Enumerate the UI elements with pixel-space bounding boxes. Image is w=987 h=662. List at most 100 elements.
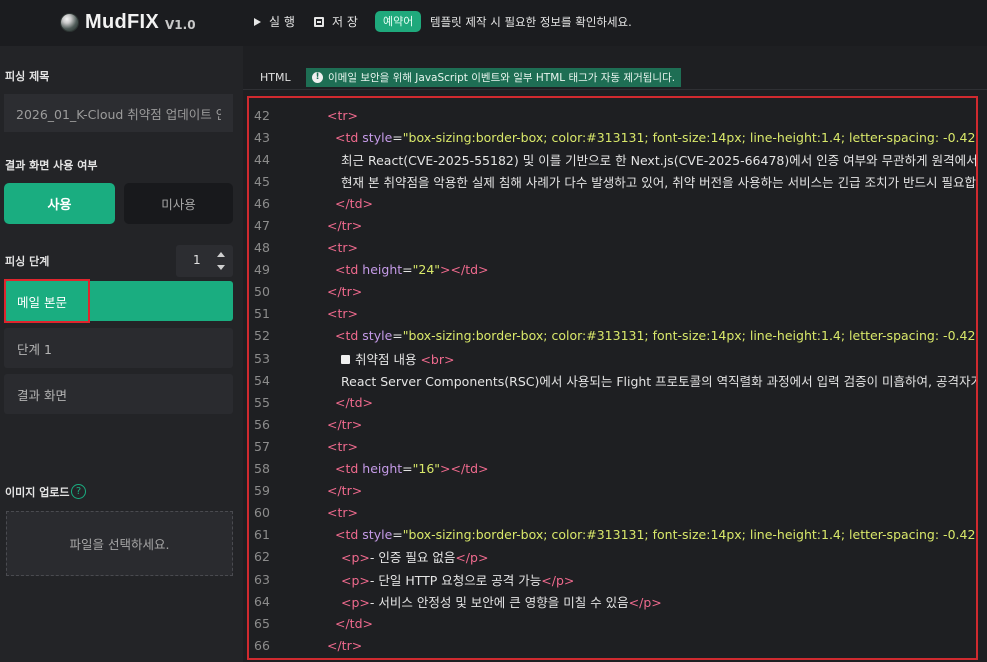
editor-divider	[243, 89, 987, 90]
phishing-stage-label: 피싱 단계	[5, 255, 50, 268]
code-content: </td>	[275, 616, 373, 631]
line-number: 59	[254, 483, 270, 499]
code-line[interactable]: 45 현재 본 취약점을 악용한 실제 침해 사례가 다수 발생하고 있어, 취약…	[249, 170, 978, 192]
code-line[interactable]: 60 <tr>	[249, 502, 976, 524]
line-number: 66	[254, 637, 270, 653]
editor-mode-label: HTML	[260, 71, 291, 84]
code-token: "24"	[412, 262, 441, 278]
phishing-title-label: 피싱 제목	[5, 70, 50, 83]
code-line[interactable]: 63 <p>- 단일 HTTP 요청으로 공격 가능</p>	[249, 568, 976, 590]
line-number: 63	[254, 571, 270, 587]
line-number: 64	[254, 593, 270, 609]
code-line[interactable]: 55 </td>	[249, 391, 976, 413]
code-token: </tr>	[327, 218, 363, 234]
code-line[interactable]: 44 최근 React(CVE-2025-55182) 및 이를 기반으로 한 N…	[249, 148, 976, 170]
code-line[interactable]: 58 <td height="16"></td>	[249, 458, 976, 480]
run-button[interactable]: 실 행	[254, 13, 295, 30]
code-content: React Server Components(RSC)에서 사용되는 Flig…	[275, 371, 978, 390]
code-line[interactable]: 53 취약점 내용 <br>	[249, 347, 976, 369]
app-name: MudFIX	[85, 11, 160, 33]
line-number: 54	[254, 372, 270, 388]
code-content: <td height="24"></td>	[275, 262, 489, 277]
line-number: 45	[254, 173, 270, 189]
line-number: 61	[254, 527, 270, 543]
checkbox-glyph	[341, 354, 350, 364]
line-number: 50	[254, 284, 270, 300]
code-line[interactable]: 59 </tr>	[249, 480, 976, 502]
code-line[interactable]: 52 <td style="box-sizing:border-box; colo…	[249, 325, 978, 347]
code-editor[interactable]: 42 <tr> 43 <td style="box-sizing:border-box…	[247, 96, 978, 660]
code-token: "box-sizing:border-box; color:#313131; f…	[402, 328, 978, 344]
code-token: 취약점 내용	[355, 351, 421, 367]
code-token: style	[362, 129, 393, 145]
code-line[interactable]: 49 <td height="24"></td>	[249, 259, 976, 281]
code-line[interactable]: 50 </tr>	[249, 281, 976, 303]
stepper-down-icon[interactable]	[217, 265, 225, 270]
code-line[interactable]: 64 <p>- 서비스 안정성 및 보안에 큰 영향을 미칠 수 있음</p>	[249, 590, 976, 612]
code-token: <td	[335, 461, 363, 477]
code-content: </tr>	[275, 284, 362, 299]
line-number: 58	[254, 461, 270, 477]
code-token: =	[402, 461, 413, 477]
code-token: </tr>	[327, 637, 363, 653]
code-line[interactable]: 42 <tr>	[249, 104, 976, 126]
stage-item-result[interactable]: 결과 화면	[4, 374, 233, 414]
line-number: 42	[254, 107, 270, 123]
code-content: </td>	[275, 395, 373, 410]
code-line[interactable]: 66 </tr>	[249, 634, 976, 656]
code-line[interactable]: 48 <tr>	[249, 237, 976, 259]
line-number: 55	[254, 394, 270, 410]
code-line[interactable]: 54 React Server Components(RSC)에서 사용되는 Fl…	[249, 369, 978, 391]
code-token: </td>	[335, 195, 373, 211]
line-number: 57	[254, 438, 270, 454]
image-upload-label: 이미지 업로드	[5, 486, 70, 499]
top-bar: MudFIX V1.0 실 행 저 장 예약어 템플릿 제작 시 필요한 정보를…	[0, 0, 987, 46]
code-line[interactable]: 47 </tr>	[249, 214, 976, 236]
code-token: <tr>	[327, 107, 358, 123]
code-token: React Server Components(RSC)에서 사용되는 Flig…	[341, 373, 978, 389]
code-token: </p>	[455, 550, 489, 566]
code-line[interactable]: 57 <tr>	[249, 435, 976, 457]
code-line[interactable]: 65 </td>	[249, 612, 976, 634]
help-icon[interactable]: ?	[71, 484, 86, 499]
code-token: <p>	[341, 594, 370, 610]
code-token: </tr>	[327, 483, 363, 499]
code-line[interactable]: 56 </tr>	[249, 413, 976, 435]
code-line[interactable]: 62 <p>- 인증 필요 없음</p>	[249, 546, 976, 568]
no-use-button[interactable]: 미사용	[124, 183, 233, 224]
code-line[interactable]: 61 <td style="box-sizing:border-box; colo…	[249, 524, 976, 546]
reserved-words-button[interactable]: 예약어	[375, 11, 422, 32]
code-token: </tr>	[327, 416, 363, 432]
toolbar-hint: 템플릿 제작 시 필요한 정보를 확인하세요.	[430, 15, 632, 29]
line-number: 53	[254, 350, 270, 366]
file-upload-dropzone[interactable]: 파일을 선택하세요.	[6, 511, 233, 576]
line-number: 56	[254, 416, 270, 432]
stepper-up-icon[interactable]	[217, 252, 225, 257]
result-usage-label: 결과 화면 사용 여부	[5, 159, 98, 172]
use-button[interactable]: 사용	[4, 183, 115, 224]
code-token: <td	[335, 527, 363, 543]
security-notice: ! 이메일 보안을 위해 JavaScript 이벤트와 일부 HTML 태그가…	[306, 68, 682, 87]
stage-item-step-1[interactable]: 단계 1	[4, 328, 233, 368]
code-content: <td style="box-sizing:border-box; color:…	[275, 328, 978, 344]
code-token: <td	[335, 262, 363, 278]
save-button[interactable]: 저 장	[314, 13, 358, 30]
code-content: <td height="16"></td>	[275, 461, 489, 476]
code-token: "16"	[412, 461, 441, 477]
code-token: </td>	[335, 615, 373, 631]
code-content: <tr>	[275, 108, 358, 123]
code-line[interactable]: 43 <td style="box-sizing:border-box; colo…	[249, 126, 976, 148]
code-content: </td>	[275, 196, 373, 211]
code-token: =	[392, 129, 403, 145]
code-line[interactable]: 46 </td>	[249, 192, 976, 214]
phishing-title-input[interactable]	[4, 94, 233, 132]
line-number: 52	[254, 328, 270, 344]
code-token: </p>	[541, 572, 575, 588]
logo-icon	[60, 13, 79, 32]
code-content: <p>- 단일 HTTP 요청으로 공격 가능</p>	[275, 570, 574, 589]
code-token: 현재 본 취약점을 악용한 실제 침해 사례가 다수 발생하고 있어, 취약 버…	[341, 174, 978, 190]
stage-count-stepper[interactable]: 1	[176, 245, 233, 277]
app-logo: MudFIX V1.0	[60, 11, 196, 34]
code-line[interactable]: 51 <tr>	[249, 303, 976, 325]
sidebar: 피싱 제목 결과 화면 사용 여부 사용 미사용 피싱 단계 1 메일 본문 단…	[0, 46, 243, 662]
